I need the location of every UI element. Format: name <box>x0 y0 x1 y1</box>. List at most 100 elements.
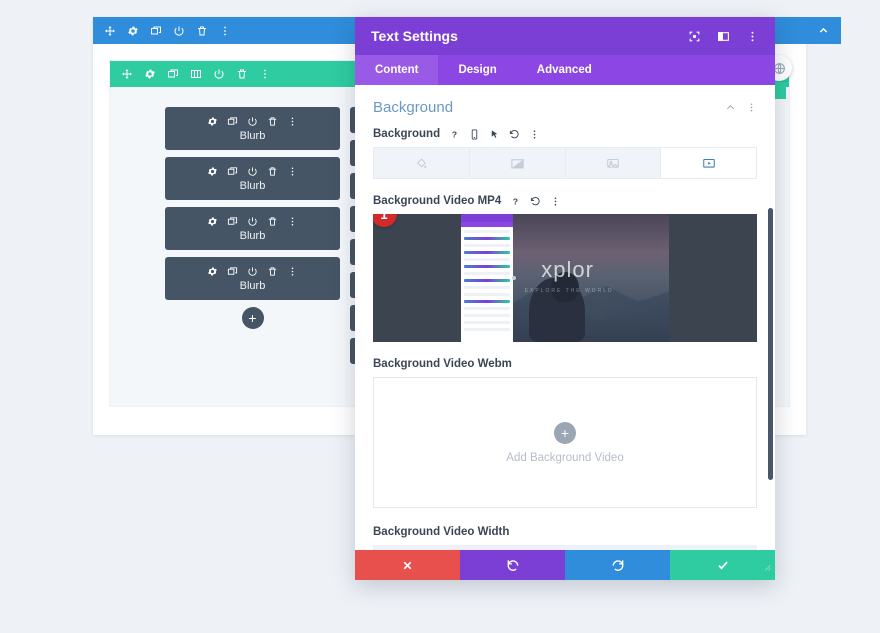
help-icon[interactable]: ? <box>449 129 460 140</box>
modal-footer[interactable] <box>355 550 775 580</box>
modal-scrollbar[interactable] <box>768 208 773 480</box>
layout-split-icon[interactable] <box>717 30 730 43</box>
add-module-button[interactable]: + <box>241 307 264 329</box>
gear-icon[interactable] <box>127 25 139 37</box>
more-vertical-icon[interactable] <box>746 30 759 43</box>
gear-icon[interactable] <box>207 116 218 127</box>
background-section-header[interactable]: Background <box>373 99 757 128</box>
video-mp4-field-header: Background Video MP4 ? <box>373 195 757 207</box>
power-icon[interactable] <box>247 216 258 227</box>
paint-bucket-icon <box>415 157 428 170</box>
mobile-icon[interactable] <box>469 128 480 140</box>
trash-icon[interactable] <box>236 68 248 80</box>
check-icon <box>716 558 730 572</box>
background-gradient-tab[interactable] <box>469 148 565 178</box>
focus-icon[interactable] <box>688 30 701 43</box>
background-video-tab[interactable] <box>661 148 756 178</box>
plus-icon: + <box>554 421 576 444</box>
duplicate-icon[interactable] <box>227 116 238 127</box>
video-webm-dropzone[interactable]: + Add Background Video <box>373 377 757 508</box>
gradient-icon <box>510 156 525 171</box>
more-vertical-icon[interactable] <box>287 266 298 277</box>
tab-design[interactable]: Design <box>438 55 516 85</box>
tab-content[interactable]: Content <box>355 55 439 85</box>
more-vertical-icon[interactable] <box>259 68 271 80</box>
redo-icon <box>611 558 625 572</box>
background-image-tab[interactable] <box>565 148 661 178</box>
more-vertical-icon[interactable] <box>219 25 231 37</box>
video-width-label: Background Video Width <box>373 526 510 538</box>
move-icon[interactable] <box>121 68 133 80</box>
gear-icon[interactable] <box>144 68 156 80</box>
video-preview[interactable]: xplor EXPLORE THE WORLD 1 <box>373 214 757 342</box>
gear-icon[interactable] <box>207 216 218 227</box>
blurb-module[interactable]: Blurb <box>165 257 340 300</box>
chevron-up-icon[interactable] <box>725 102 736 113</box>
module-toolbar[interactable] <box>207 266 298 277</box>
resize-handle-icon[interactable] <box>762 559 772 577</box>
background-label: Background <box>373 128 441 140</box>
trash-icon[interactable] <box>267 266 278 277</box>
duplicate-icon[interactable] <box>227 216 238 227</box>
tab-advanced[interactable]: Advanced <box>517 55 612 85</box>
duplicate-icon[interactable] <box>227 266 238 277</box>
blurb-module[interactable]: Blurb <box>165 157 340 200</box>
module-toolbar[interactable] <box>207 216 298 227</box>
video-mp4-field-icons[interactable]: ? <box>510 196 561 207</box>
cancel-button[interactable] <box>355 550 460 580</box>
modal-header-actions[interactable] <box>688 30 759 43</box>
collapse-button[interactable] <box>806 17 841 44</box>
more-vertical-icon[interactable] <box>287 116 298 127</box>
step-badge: 1 <box>373 214 397 227</box>
gear-icon[interactable] <box>207 266 218 277</box>
save-button[interactable] <box>670 550 775 580</box>
more-vertical-icon[interactable] <box>550 196 561 207</box>
blurb-module[interactable]: Blurb <box>165 107 340 150</box>
modal-title: Text Settings <box>371 28 458 44</box>
power-icon[interactable] <box>247 116 258 127</box>
power-icon[interactable] <box>247 266 258 277</box>
columns-icon[interactable] <box>190 68 202 80</box>
reset-icon[interactable] <box>509 129 520 140</box>
duplicate-icon[interactable] <box>150 25 162 37</box>
settings-form: Background Background ? Background Video… <box>355 85 775 550</box>
video-preview-handle[interactable] <box>512 276 516 280</box>
trash-icon[interactable] <box>196 25 208 37</box>
power-icon[interactable] <box>247 166 258 177</box>
image-icon <box>606 156 620 170</box>
redo-button[interactable] <box>565 550 670 580</box>
reset-icon[interactable] <box>530 196 541 207</box>
power-icon[interactable] <box>213 68 225 80</box>
module-toolbar[interactable] <box>207 116 298 127</box>
background-field-header: Background ? <box>373 128 757 140</box>
more-vertical-icon[interactable] <box>529 129 540 140</box>
module-toolbar[interactable] <box>207 166 298 177</box>
close-icon <box>401 559 414 572</box>
power-icon[interactable] <box>173 25 185 37</box>
screen: Blurb Blurb Blurb Blurb + Text Settings … <box>0 0 880 633</box>
background-field-icons[interactable]: ? <box>449 128 540 140</box>
background-type-tabs[interactable] <box>373 147 757 179</box>
trash-icon[interactable] <box>267 116 278 127</box>
svg-text:?: ? <box>452 129 457 139</box>
section-header-actions[interactable] <box>725 102 757 113</box>
more-vertical-icon[interactable] <box>287 166 298 177</box>
cursor-icon[interactable] <box>489 129 500 140</box>
trash-icon[interactable] <box>267 216 278 227</box>
modal-tabs[interactable]: Content Design Advanced <box>355 55 775 85</box>
modal-header[interactable]: Text Settings <box>355 17 775 55</box>
duplicate-icon[interactable] <box>227 166 238 177</box>
video-overlay-panel <box>461 214 513 342</box>
duplicate-icon[interactable] <box>167 68 179 80</box>
column-left: Blurb Blurb Blurb Blurb + <box>165 107 340 406</box>
more-vertical-icon[interactable] <box>746 102 757 113</box>
background-color-tab[interactable] <box>374 148 469 178</box>
gear-icon[interactable] <box>207 166 218 177</box>
undo-button[interactable] <box>460 550 565 580</box>
blurb-module[interactable]: Blurb <box>165 207 340 250</box>
video-width-input[interactable] <box>373 545 757 550</box>
move-icon[interactable] <box>104 25 116 37</box>
more-vertical-icon[interactable] <box>287 216 298 227</box>
trash-icon[interactable] <box>267 166 278 177</box>
help-icon[interactable]: ? <box>510 196 521 207</box>
